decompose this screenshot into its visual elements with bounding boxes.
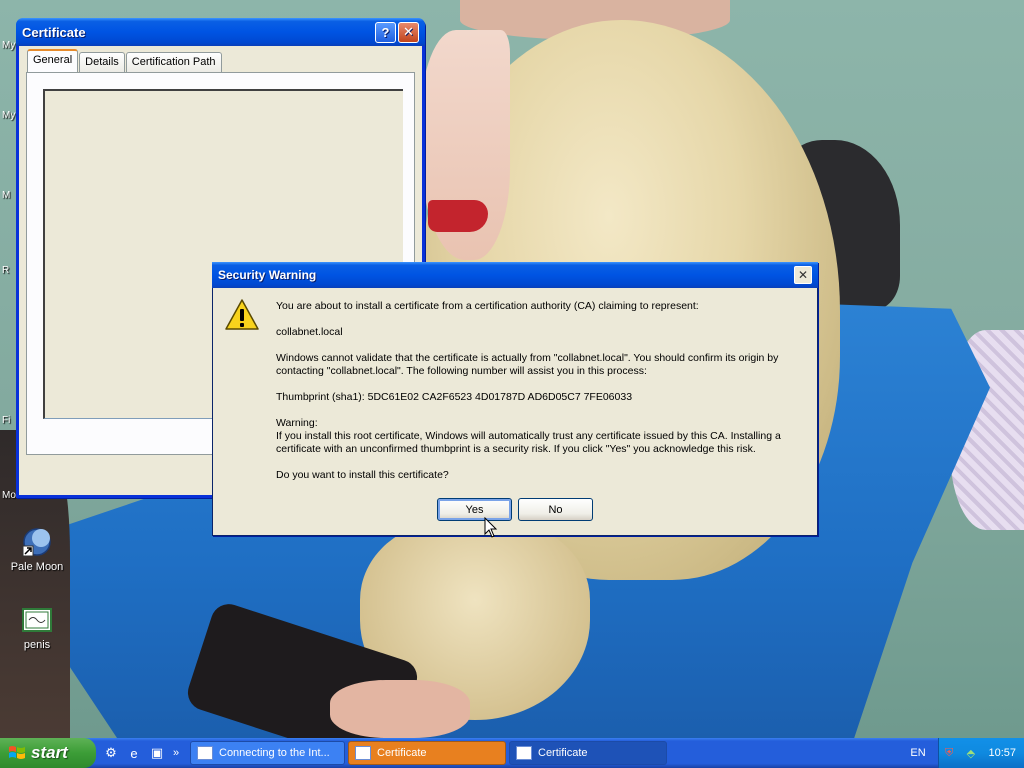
certificate-file-icon — [22, 608, 52, 632]
dialog-buttons: Yes No — [437, 498, 593, 521]
no-button[interactable]: No — [518, 498, 593, 521]
wallpaper-photo-part — [428, 200, 488, 232]
certificate-titlebar[interactable]: Certificate ? ✕ — [16, 18, 425, 46]
desktop-icon-label-partial[interactable]: My — [2, 110, 15, 121]
desktop-icon-label-partial[interactable]: Mo — [2, 490, 16, 501]
wallpaper-photo-part — [330, 680, 470, 738]
warning-message: You are about to install a certificate f… — [276, 300, 811, 495]
media-player-icon[interactable]: ▣ — [148, 744, 166, 762]
system-tray: ⛨ ⬘ 10:57 — [938, 738, 1024, 768]
mouse-cursor-icon — [484, 517, 498, 538]
window-icon — [355, 746, 371, 760]
task-label: Connecting to the Int... — [219, 747, 330, 759]
warning-icon — [225, 299, 259, 330]
window-title: Certificate — [22, 24, 86, 40]
certificate-tabs: General Details Certification Path — [27, 49, 223, 72]
tab-details[interactable]: Details — [79, 52, 125, 72]
internet-explorer-icon[interactable]: e — [125, 744, 143, 762]
quick-launch: ⚙ e ▣ » — [96, 744, 187, 762]
close-button[interactable]: ✕ — [398, 21, 419, 43]
desktop-icon-certificate-file[interactable]: penis — [0, 604, 74, 651]
taskbar: start ⚙ e ▣ » Connecting to the Int... C… — [0, 738, 1024, 768]
validate-text: Windows cannot validate that the certifi… — [276, 352, 779, 377]
task-label: Certificate — [538, 747, 588, 759]
security-shield-icon[interactable]: ⛨ — [945, 747, 953, 760]
network-icon[interactable]: ⬘ — [967, 747, 975, 760]
security-warning-dialog[interactable]: Security Warning ✕ You are about to inst… — [212, 262, 818, 536]
desktop-icon-label-partial[interactable]: M — [2, 190, 10, 201]
close-button[interactable]: ✕ — [794, 266, 812, 284]
ca-domain: collabnet.local — [276, 326, 343, 338]
task-label: Certificate — [377, 747, 427, 759]
install-question: Do you want to install this certificate? — [276, 469, 449, 481]
desktop-icon-label: penis — [23, 639, 51, 651]
windows-update-icon[interactable]: ⚙ — [102, 744, 120, 762]
pale-moon-icon — [22, 528, 51, 557]
desktop-icon-label-partial[interactable]: Fi — [2, 415, 10, 426]
taskbar-item-certificate-active[interactable]: Certificate — [348, 741, 506, 765]
window-icon — [197, 746, 213, 760]
desktop-icon-label-partial[interactable]: R — [2, 265, 9, 276]
windows-logo-icon — [9, 746, 25, 759]
tab-general[interactable]: General — [27, 49, 79, 72]
language-indicator[interactable]: EN — [898, 747, 938, 759]
intro-text: You are about to install a certificate f… — [276, 300, 699, 312]
taskbar-item-connecting[interactable]: Connecting to the Int... — [190, 741, 345, 765]
warning-text: If you install this root certificate, Wi… — [276, 430, 781, 455]
tab-certification-path[interactable]: Certification Path — [125, 52, 222, 72]
security-warning-titlebar[interactable]: Security Warning ✕ — [212, 262, 818, 288]
warning-heading: Warning: — [276, 417, 318, 429]
window-icon — [516, 746, 532, 760]
desktop-icon-pale-moon[interactable]: Pale Moon — [0, 526, 74, 573]
desktop-icon-label: Pale Moon — [10, 561, 64, 573]
desktop-icon-label-partial[interactable]: My — [2, 40, 15, 51]
start-label: start — [31, 743, 68, 762]
thumbprint: Thumbprint (sha1): 5DC61E02 CA2F6523 4D0… — [276, 391, 633, 403]
help-button[interactable]: ? — [375, 21, 396, 43]
clock[interactable]: 10:57 — [988, 747, 1016, 759]
quick-launch-overflow[interactable]: » — [171, 744, 181, 762]
yes-button[interactable]: Yes — [437, 498, 512, 521]
dialog-title: Security Warning — [218, 268, 317, 282]
start-button[interactable]: start — [0, 738, 96, 768]
taskbar-item-certificate[interactable]: Certificate — [509, 741, 667, 765]
